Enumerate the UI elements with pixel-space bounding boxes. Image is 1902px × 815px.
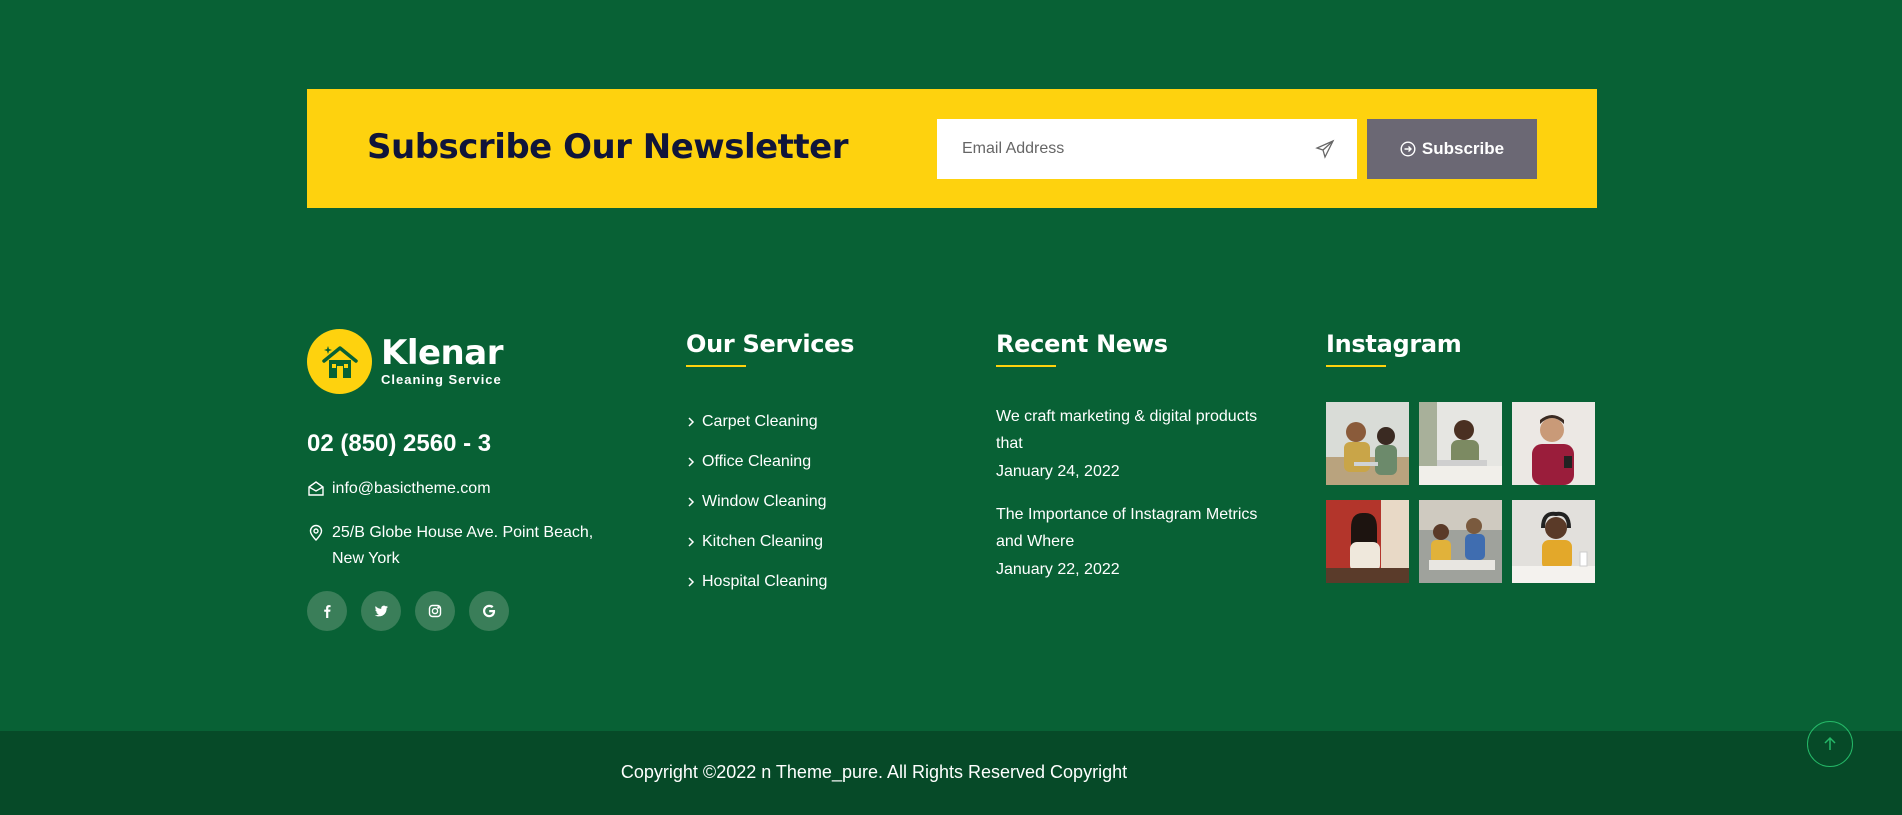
service-label: Kitchen Cleaning xyxy=(702,533,823,550)
services-underline xyxy=(686,365,746,367)
location-pin-icon xyxy=(309,524,323,541)
address-contact: 25/B Globe House Ave. Point Beach, New Y… xyxy=(307,520,593,572)
news-underline xyxy=(996,365,1056,367)
news-title-line: that xyxy=(996,435,1023,452)
facebook-icon xyxy=(324,605,331,618)
services-list: Carpet Cleaning Office Cleaning Window C… xyxy=(686,402,827,602)
service-item-office[interactable]: Office Cleaning xyxy=(686,442,827,482)
google-link[interactable] xyxy=(469,591,509,631)
news-title-line: and Where xyxy=(996,533,1075,550)
news-title-link[interactable]: We craft marketing & digital products th… xyxy=(996,403,1286,457)
facebook-link[interactable] xyxy=(307,591,347,631)
news-date: January 22, 2022 xyxy=(996,561,1120,578)
newsletter-title: Subscribe Our Newsletter xyxy=(367,127,849,167)
twitter-icon xyxy=(374,605,388,617)
service-item-hospital[interactable]: Hospital Cleaning xyxy=(686,562,827,602)
copyright-text: Copyright ©2022 n Theme_pure. All Rights… xyxy=(0,762,1902,783)
service-label: Window Cleaning xyxy=(702,493,827,510)
news-title-line: We craft marketing & digital products xyxy=(996,408,1258,425)
footer-bottom-bar: Copyright ©2022 n Theme_pure. All Rights… xyxy=(0,731,1902,815)
copyright-label: Copyright ©2022 n Theme_pure. All Rights… xyxy=(620,762,1128,782)
brand-name: Klenar xyxy=(381,333,503,373)
instagram-underline xyxy=(1326,365,1386,367)
instagram-link[interactable] xyxy=(415,591,455,631)
instagram-heading: Instagram xyxy=(1326,330,1462,358)
service-item-kitchen[interactable]: Kitchen Cleaning xyxy=(686,522,827,562)
chevron-right-icon xyxy=(688,537,695,547)
news-title-line: The Importance of Instagram Metrics xyxy=(996,506,1258,523)
brand-tagline: Cleaning Service xyxy=(381,372,502,387)
brand-logo[interactable]: Klenar Cleaning Service xyxy=(307,329,503,394)
service-label: Hospital Cleaning xyxy=(702,573,828,590)
instagram-icon xyxy=(428,604,442,618)
phone-number[interactable]: 02 (850) 2560 - 3 xyxy=(307,430,491,458)
email-address: info@basictheme.com xyxy=(332,480,491,497)
address-line-1: 25/B Globe House Ave. Point Beach, xyxy=(332,524,594,541)
envelope-icon xyxy=(308,481,324,496)
news-heading: Recent News xyxy=(996,330,1168,358)
instagram-gallery xyxy=(1326,402,1595,583)
arrow-circle-icon xyxy=(1400,141,1416,157)
chevron-right-icon xyxy=(688,457,695,467)
chevron-right-icon xyxy=(688,577,695,587)
instagram-photo[interactable] xyxy=(1419,402,1502,485)
send-icon[interactable] xyxy=(1315,139,1335,159)
instagram-photo[interactable] xyxy=(1326,500,1409,583)
chevron-right-icon xyxy=(688,417,695,427)
chevron-right-icon xyxy=(688,497,695,507)
house-icon xyxy=(307,329,372,394)
email-input[interactable] xyxy=(937,119,1297,179)
subscribe-label: Subscribe xyxy=(1421,139,1505,158)
instagram-photo[interactable] xyxy=(1419,500,1502,583)
subscribe-button[interactable]: Subscribe xyxy=(1367,119,1537,179)
service-label: Carpet Cleaning xyxy=(702,413,818,430)
instagram-photo[interactable] xyxy=(1326,402,1409,485)
instagram-photo[interactable] xyxy=(1512,402,1595,485)
service-label: Office Cleaning xyxy=(702,453,812,470)
social-links xyxy=(307,591,509,631)
scroll-to-top-button[interactable] xyxy=(1807,721,1853,767)
news-title-link[interactable]: The Importance of Instagram Metrics and … xyxy=(996,501,1286,555)
arrow-up-icon xyxy=(1824,736,1836,750)
service-item-carpet[interactable]: Carpet Cleaning xyxy=(686,402,827,442)
newsletter-banner: Subscribe Our Newsletter Subscribe xyxy=(307,89,1597,208)
news-item: The Importance of Instagram Metrics and … xyxy=(996,501,1286,582)
service-item-window[interactable]: Window Cleaning xyxy=(686,482,827,522)
email-contact[interactable]: info@basictheme.com xyxy=(307,476,491,502)
instagram-photo[interactable] xyxy=(1512,500,1595,583)
news-date: January 24, 2022 xyxy=(996,463,1120,480)
email-field-wrapper xyxy=(937,119,1357,179)
twitter-link[interactable] xyxy=(361,591,401,631)
google-icon xyxy=(483,604,496,618)
address-line-2: New York xyxy=(332,550,400,567)
news-item: We craft marketing & digital products th… xyxy=(996,403,1286,484)
services-heading: Our Services xyxy=(686,330,855,358)
